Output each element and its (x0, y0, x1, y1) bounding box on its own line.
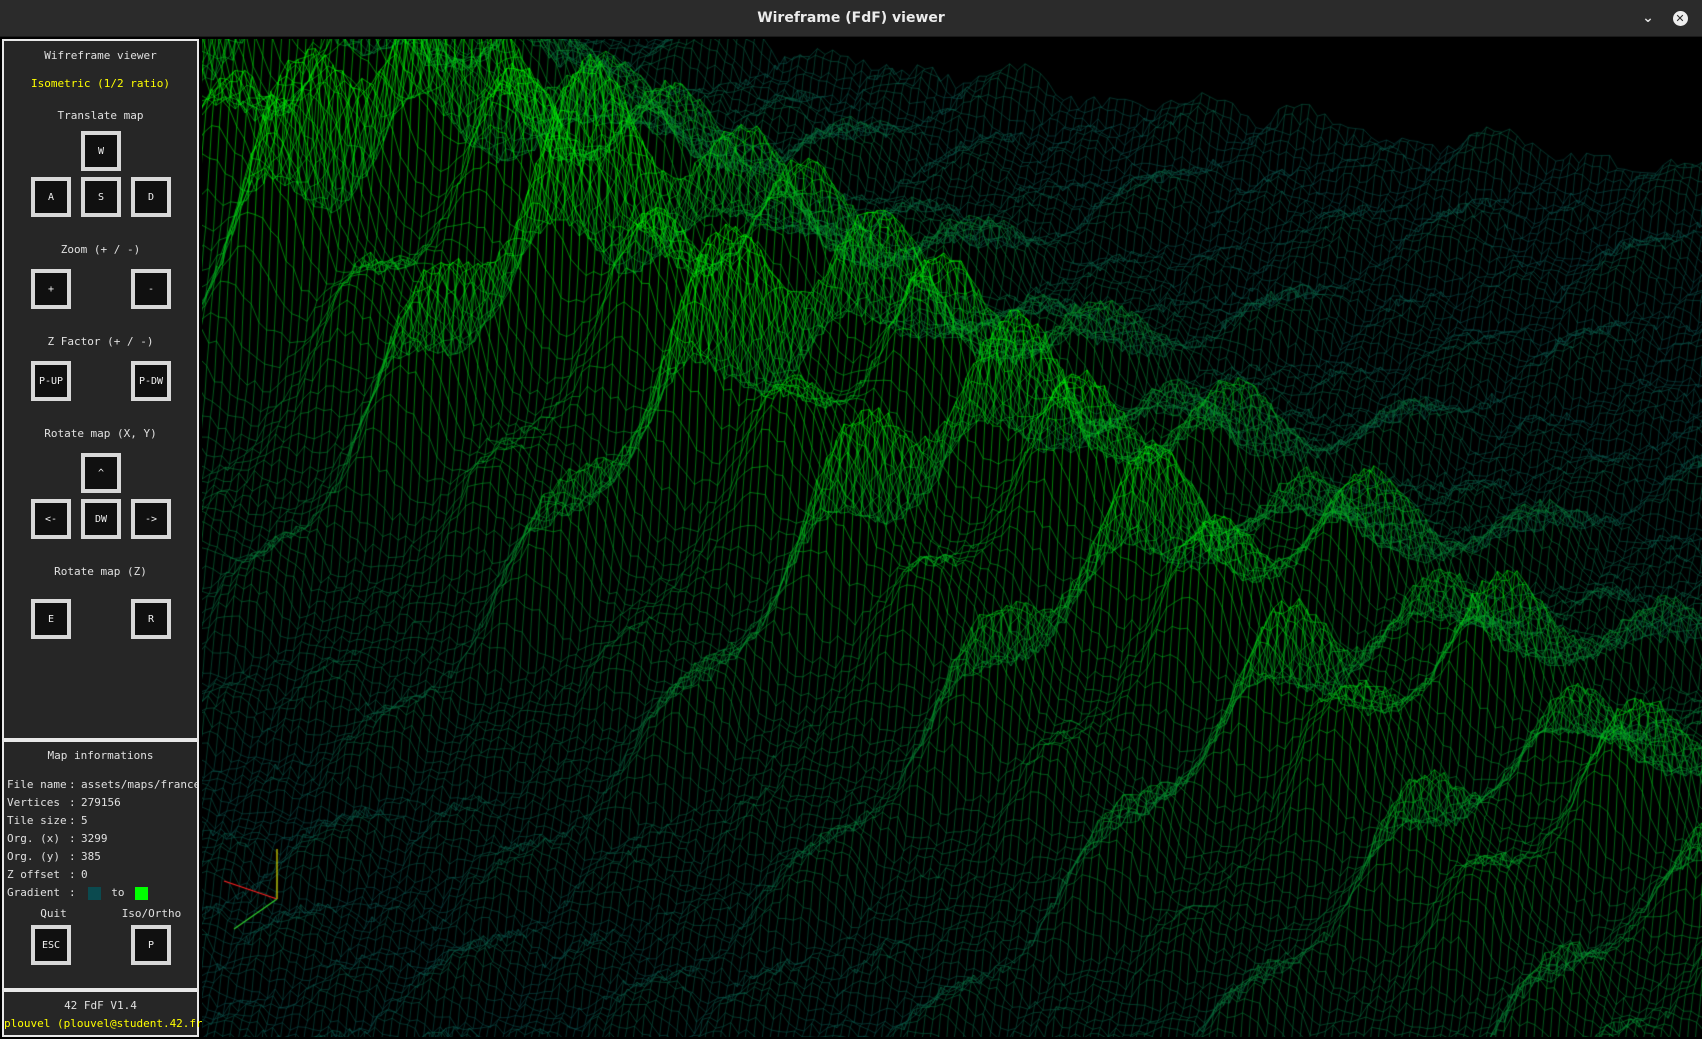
close-icon[interactable]: ✕ (1668, 6, 1692, 30)
zfactor-down-key[interactable]: P-DW (131, 361, 171, 401)
sidebar: Wifreframe viewer Isometric (1/2 ratio) … (2, 39, 210, 1037)
translate-right-key[interactable]: D (131, 177, 171, 217)
rotate-z-label: Rotate map (Z) (54, 565, 147, 578)
gradient-start-swatch (87, 886, 101, 900)
rotate-z-right-key[interactable]: R (131, 599, 171, 639)
zoom-label: Zoom (+ / -) (60, 243, 141, 256)
credits-panel: 42 FdF V1.4 plouvel (plouvel@student.42.… (2, 990, 210, 1037)
wireframe-terrain-canvas[interactable] (202, 39, 1702, 1037)
panel-title: Wifreframe viewer (44, 49, 157, 62)
projection-mode: Isometric (1/2 ratio) (30, 77, 171, 90)
info-row: Z offset:0 (7, 868, 88, 881)
translate-down-key[interactable]: S (81, 177, 121, 217)
zfactor-up-key[interactable]: P-UP (31, 361, 71, 401)
map-info-title: Map informations (47, 749, 154, 762)
zfactor-label: Z Factor (+ / -) (47, 335, 154, 348)
translate-label: Translate map (57, 109, 144, 122)
info-row: Vertices:279156 (7, 796, 121, 809)
projection-key[interactable]: P (131, 925, 171, 965)
rotate-xy-label: Rotate map (X, Y) (44, 427, 157, 440)
rotate-left-key[interactable]: <- (31, 499, 71, 539)
quit-key[interactable]: ESC (31, 925, 71, 965)
window-title: Wireframe (FdF) viewer (757, 10, 945, 26)
info-row: Tile size:5 (7, 814, 88, 827)
rotate-up-key[interactable]: ^ (81, 453, 121, 493)
translate-up-key[interactable]: W (81, 131, 121, 171)
zoom-in-key[interactable]: + (31, 269, 71, 309)
info-row: Org. (x):3299 (7, 832, 108, 845)
map-info-panel: Map informations File name: assets/maps/f… (2, 740, 199, 990)
translate-left-key[interactable]: A (31, 177, 71, 217)
gradient-end-swatch (135, 886, 149, 900)
controls-panel: Wifreframe viewer Isometric (1/2 ratio) … (2, 39, 199, 740)
author-label: plouvel (plouvel@student.42.fr) (4, 1017, 210, 1030)
rotate-z-left-key[interactable]: E (31, 599, 71, 639)
gradient-row: Gradient: to (7, 886, 197, 900)
app-window: Wifreframe viewer Isometric (1/2 ratio) … (0, 37, 1702, 1039)
wireframe-viewport[interactable] (202, 39, 1702, 1037)
zoom-out-key[interactable]: - (131, 269, 171, 309)
rotate-down-key[interactable]: DW (81, 499, 121, 539)
info-row: File name: assets/maps/france. (7, 778, 197, 791)
rotate-right-key[interactable]: -> (131, 499, 171, 539)
chevron-down-icon[interactable]: ⌄ (1636, 6, 1660, 30)
title-bar: Wireframe (FdF) viewer ⌄ ✕ (0, 0, 1702, 37)
version-label: 42 FdF V1.4 (64, 999, 137, 1012)
info-row: Org. (y):385 (7, 850, 101, 863)
